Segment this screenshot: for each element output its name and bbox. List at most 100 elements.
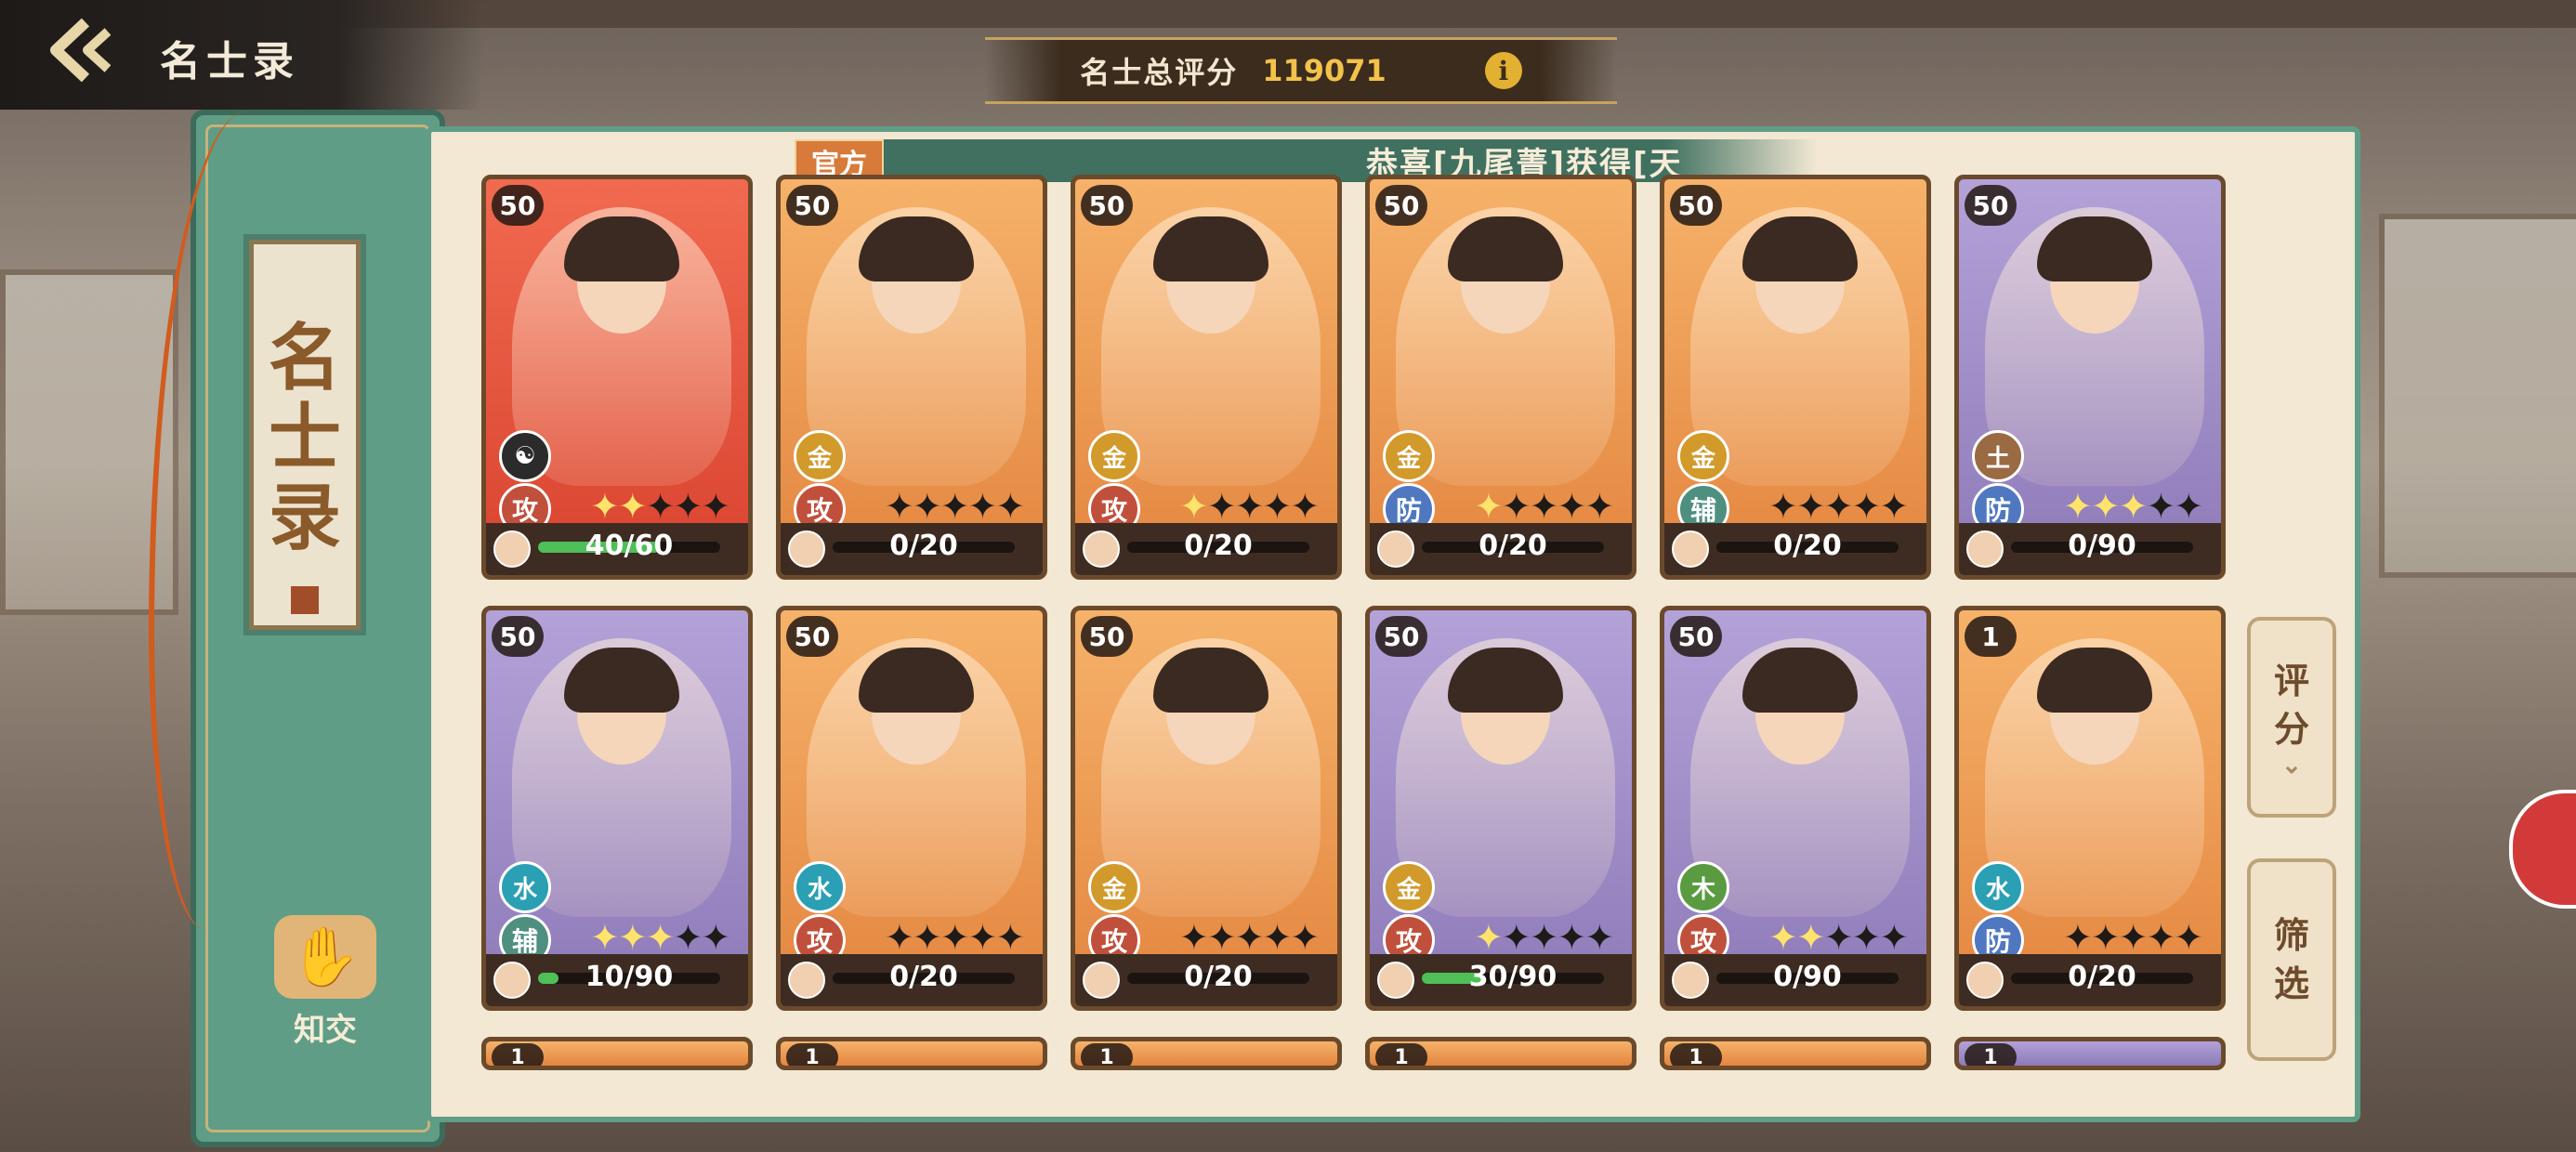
star-icon: ✦ (1823, 486, 1854, 527)
character-card[interactable]: 1 水防 ✦✦✦✦✦ 0/20 (1954, 606, 2226, 1011)
star-rating: ✦✦✦✦✦ (1768, 486, 1909, 527)
level-badge: 1 (1081, 1043, 1133, 1066)
star-icon: ✦ (645, 917, 676, 958)
character-card-partial[interactable]: 1 (481, 1037, 753, 1070)
shard-progress-row: 0/20 (781, 954, 1043, 1006)
star-icon: ✦ (885, 917, 914, 958)
star-icon: ✦ (1501, 917, 1531, 958)
level-badge: 1 (1965, 1043, 2017, 1066)
sort-label-2: 分 (2273, 708, 2309, 750)
star-icon: ✦ (1795, 917, 1826, 958)
star-icon: ✦ (1206, 917, 1237, 958)
shard-progress-text: 0/20 (889, 961, 958, 993)
character-card-partial[interactable]: 1 (1954, 1037, 2226, 1070)
character-card[interactable]: 50 金攻 ✦✦✦✦✦ 30/90 (1365, 606, 1636, 1011)
info-icon[interactable]: i (1484, 52, 1522, 89)
level-badge: 1 (492, 1043, 544, 1066)
character-card-partial[interactable]: 1 (776, 1037, 1047, 1070)
element-icon: 金 (1677, 430, 1729, 482)
star-icon: ✦ (673, 917, 703, 958)
total-score-bar: 名士总评分 119071 i (985, 37, 1617, 104)
shard-progress-text: 40/60 (585, 530, 674, 562)
star-rating: ✦✦✦✦✦ (885, 486, 1025, 527)
star-icon: ✦ (2090, 917, 2121, 958)
shard-progress-text: 0/20 (2068, 961, 2136, 993)
character-card[interactable]: 50 木攻 ✦✦✦✦✦ 0/90 (1660, 606, 1931, 1011)
character-card[interactable]: 50 金攻 ✦✦✦✦✦ 0/20 (776, 175, 1047, 580)
filter-button[interactable]: 筛 选 (2247, 858, 2336, 1061)
star-icon: ✦ (1823, 917, 1854, 958)
level-badge: 1 (1670, 1043, 1722, 1066)
element-icon: ☯ (499, 430, 551, 482)
star-rating: ✦✦✦✦✦ (1179, 917, 1320, 958)
friend-button[interactable]: ✋ 知交 (265, 915, 386, 1054)
star-icon: ✦ (1584, 486, 1614, 527)
character-card[interactable]: 50 水攻 ✦✦✦✦✦ 0/20 (776, 606, 1047, 1011)
shard-progress-row: 10/90 (486, 954, 748, 1006)
scroll-char-2: 士 (268, 396, 341, 480)
avatar (1672, 962, 1709, 999)
star-icon: ✦ (1529, 486, 1559, 527)
avatar (493, 962, 531, 999)
star-icon: ✦ (590, 486, 620, 527)
avatar (788, 962, 825, 999)
star-icon: ✦ (1290, 486, 1320, 527)
shard-progress-text: 0/20 (889, 530, 958, 562)
avatar (1083, 962, 1120, 999)
star-icon: ✦ (1557, 486, 1587, 527)
back-arrow-icon (50, 18, 112, 83)
element-icon: 金 (794, 430, 846, 482)
star-icon: ✦ (1851, 486, 1882, 527)
sort-by-score-button[interactable]: 评 分 ⌄ (2247, 617, 2336, 818)
character-card[interactable]: 50 土防 ✦✦✦✦✦ 0/90 (1954, 175, 2226, 580)
event-icon[interactable] (2509, 790, 2576, 909)
shard-progress-text: 10/90 (585, 961, 674, 993)
star-icon: ✦ (1474, 917, 1504, 958)
element-icon: 水 (499, 861, 551, 913)
back-button[interactable] (35, 13, 125, 87)
star-icon: ✦ (1768, 486, 1798, 527)
star-icon: ✦ (617, 917, 648, 958)
character-card[interactable]: 50 金攻 ✦✦✦✦✦ 0/20 (1071, 606, 1342, 1011)
character-card[interactable]: 50 ☯ 攻 ✦✦✦✦✦ 40/60 (481, 175, 753, 580)
element-icon: 金 (1088, 861, 1140, 913)
element-icon: 金 (1383, 861, 1435, 913)
character-card[interactable]: 50 水辅 ✦✦✦✦✦ 10/90 (481, 606, 753, 1011)
character-card-partial[interactable]: 1 (1365, 1037, 1636, 1070)
star-icon: ✦ (940, 486, 970, 527)
scroll-char-1: 名 (268, 316, 341, 400)
character-card[interactable]: 50 金防 ✦✦✦✦✦ 0/20 (1365, 175, 1636, 580)
level-badge: 50 (1081, 185, 1133, 226)
total-score-label: 名士总评分 (1080, 55, 1239, 90)
star-rating: ✦✦✦✦✦ (1474, 917, 1614, 958)
shard-progress-text: 30/90 (1468, 961, 1557, 993)
element-icon: 金 (1088, 430, 1140, 482)
star-icon: ✦ (2118, 917, 2149, 958)
level-badge: 50 (492, 616, 544, 657)
star-icon: ✦ (1879, 917, 1909, 958)
level-badge: 50 (1965, 185, 2017, 226)
top-bar: 名士录 (0, 0, 483, 110)
character-card[interactable]: 50 金辅 ✦✦✦✦✦ 0/20 (1660, 175, 1931, 580)
character-card-partial[interactable]: 1 (1071, 1037, 1342, 1070)
star-icon: ✦ (1234, 486, 1265, 527)
level-badge: 1 (786, 1043, 838, 1066)
character-card[interactable]: 50 金攻 ✦✦✦✦✦ 0/20 (1071, 175, 1342, 580)
star-icon: ✦ (885, 486, 914, 527)
star-icon: ✦ (1234, 917, 1265, 958)
title-scroll: 名 士 录 (249, 240, 361, 630)
star-icon: ✦ (1501, 486, 1531, 527)
star-rating: ✦✦✦✦✦ (590, 486, 730, 527)
friend-label: 知交 (294, 1012, 357, 1049)
handshake-icon: ✋ (274, 915, 376, 999)
background-window-right (2379, 214, 2576, 578)
shard-progress-row: 0/90 (1959, 523, 2221, 575)
star-icon: ✦ (2063, 486, 2093, 527)
star-icon: ✦ (967, 486, 998, 527)
star-icon: ✦ (1851, 917, 1882, 958)
star-icon: ✦ (2090, 486, 2121, 527)
star-icon: ✦ (1179, 917, 1209, 958)
level-badge: 50 (1670, 185, 1722, 226)
character-card-partial[interactable]: 1 (1660, 1037, 1931, 1070)
star-icon: ✦ (967, 917, 998, 958)
